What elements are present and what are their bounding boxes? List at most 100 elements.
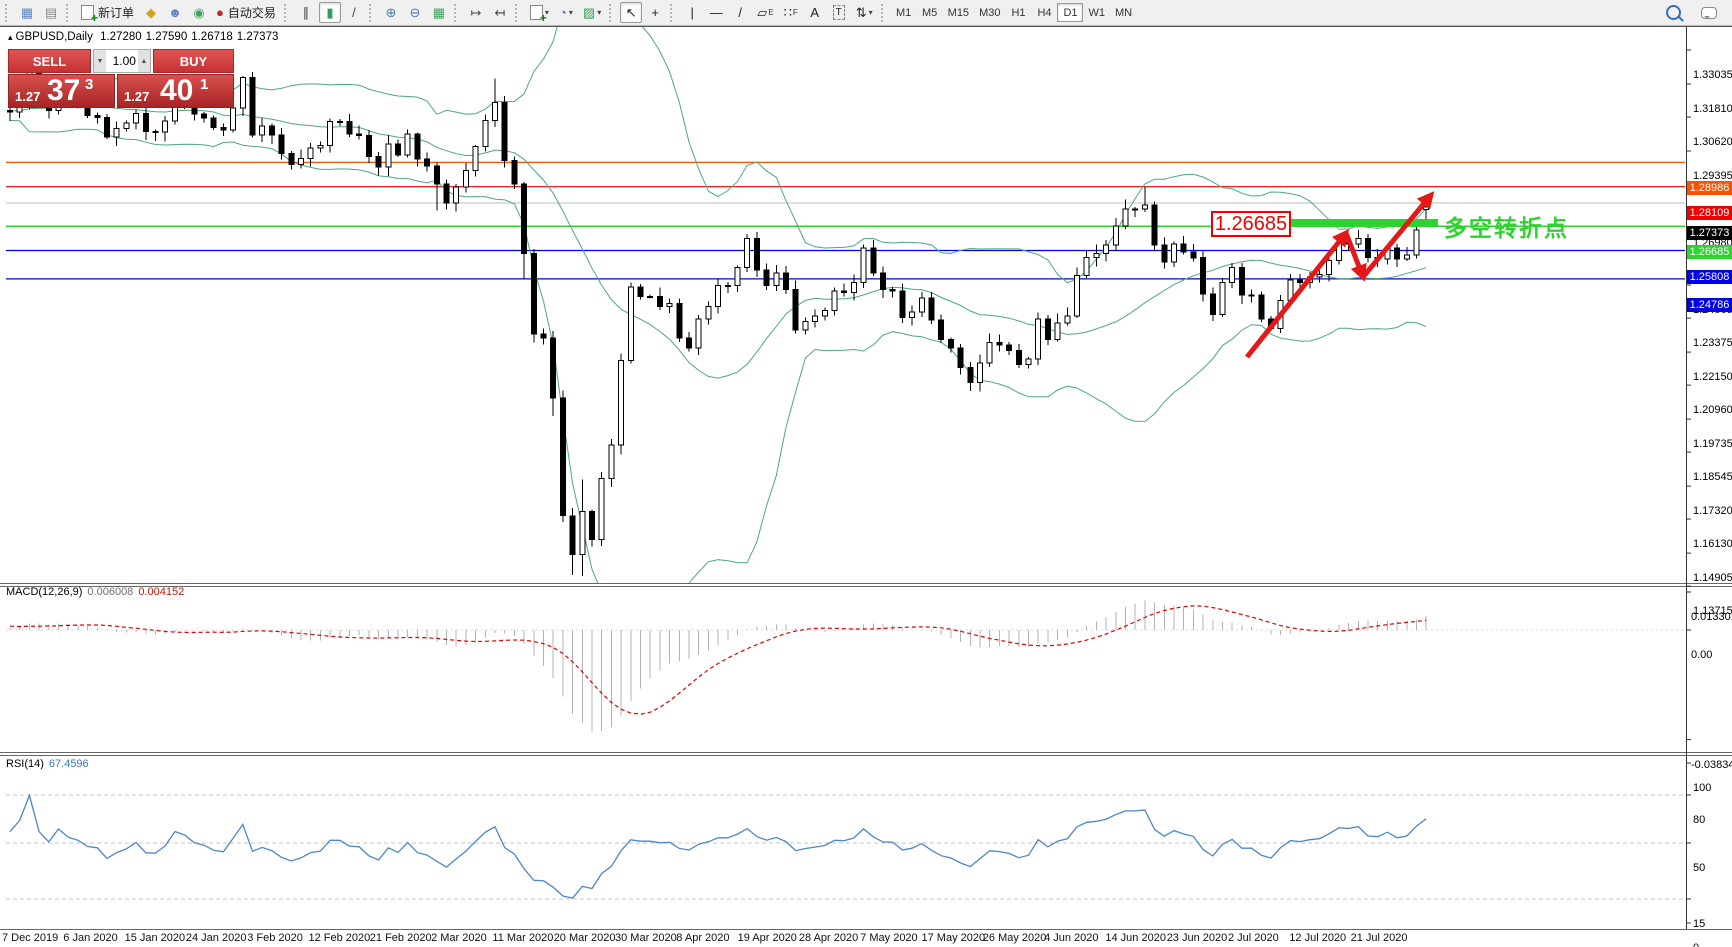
candle (493, 102, 498, 120)
candle (1007, 345, 1012, 351)
metaeditor-button[interactable]: ◆ (140, 2, 162, 23)
bollinger-band-line (10, 121, 1426, 614)
candlestick-chart-button[interactable]: ▮ (319, 2, 341, 23)
buy-price[interactable]: 1.27 40 1 (117, 74, 234, 108)
chart-profiles-icon: ▤ (45, 6, 57, 19)
zone-bar-annotation[interactable] (1285, 219, 1438, 227)
community-button[interactable]: ☻ (164, 2, 186, 23)
channel-button[interactable]: ▱E (753, 2, 777, 23)
toolbar-grip (515, 4, 522, 22)
volume-decrease-button[interactable]: ▼ (94, 50, 106, 72)
timeframe-mn-button[interactable]: MN (1110, 3, 1137, 22)
dropdown-caret-icon: ▾ (569, 8, 573, 17)
text-button[interactable]: A (804, 2, 826, 23)
volume-increase-button[interactable]: ▲ (138, 50, 150, 72)
candles-layer (8, 59, 1429, 576)
chart-profiles-button[interactable]: ▤ (40, 2, 62, 23)
zoom-out-button[interactable]: ⊖ (404, 2, 426, 23)
candle (1113, 226, 1118, 245)
candle (793, 290, 798, 330)
candle (851, 283, 856, 293)
candle (366, 136, 371, 157)
timeframe-m1-button[interactable]: M1 (891, 3, 917, 22)
timeframe-d1-button[interactable]: D1 (1057, 3, 1083, 22)
line-chart-button[interactable]: / (343, 2, 365, 23)
autotrading-button[interactable]: ●自动交易 (212, 2, 280, 23)
search-button[interactable] (1662, 2, 1685, 23)
buy-price-sup: 1 (200, 76, 208, 93)
icon-subscript: F (793, 8, 798, 17)
new-order-button[interactable]: 新订单 (77, 2, 138, 23)
candle (1084, 258, 1089, 276)
candle (1104, 245, 1109, 253)
volume-stepper[interactable]: ▼ ▲ (93, 49, 151, 73)
tile-windows-icon: ▦ (433, 6, 445, 19)
timeframe-h4-button[interactable]: H4 (1031, 3, 1057, 22)
candle (1142, 205, 1147, 209)
new-chart-button[interactable]: ▦ (16, 2, 38, 23)
timeframe-m30-button[interactable]: M30 (974, 3, 1005, 22)
candle (114, 129, 119, 137)
candle (803, 322, 808, 330)
candle (231, 108, 236, 130)
bollinger-band-line (10, 105, 1426, 378)
candle (405, 134, 410, 155)
sell-button[interactable]: SELL (8, 49, 91, 73)
timeframe-h1-button[interactable]: H1 (1005, 3, 1031, 22)
candle (648, 297, 653, 298)
candle (1036, 319, 1041, 359)
candle (881, 273, 886, 290)
arrows-button[interactable]: ⇅▾ (852, 2, 877, 23)
autoscroll-button[interactable]: ↦ (465, 2, 487, 23)
candle (609, 445, 614, 478)
candle (1201, 258, 1206, 294)
chart-shift-button[interactable]: ↤ (489, 2, 511, 23)
candle (638, 287, 643, 297)
quote-open: 1.27280 (100, 31, 142, 43)
crosshair-button[interactable]: + (644, 2, 666, 23)
fibonacci-button[interactable]: ∷F (780, 2, 802, 23)
chart-canvas[interactable] (0, 26, 1732, 947)
vertical-line-button[interactable]: | (681, 2, 703, 23)
trendline-button[interactable]: / (729, 2, 751, 23)
candle (269, 126, 274, 135)
buy-button[interactable]: BUY (153, 49, 234, 73)
chat-button[interactable] (1697, 2, 1721, 23)
timeframe-m5-button[interactable]: M5 (917, 3, 943, 22)
zone-annotation-text: 多空转折点 (1444, 209, 1569, 243)
horizontal-line-button[interactable]: — (705, 2, 727, 23)
candle (1065, 316, 1070, 323)
one-click-trading-panel: SELL ▼ ▲ BUY 1.27 37 3 1.27 40 1 (8, 49, 234, 108)
signals-button[interactable]: ◉ (188, 2, 210, 23)
chat-bubble-icon (1701, 7, 1717, 19)
price-flag-1.26685[interactable]: 1.26685 (1211, 211, 1291, 237)
candle (522, 184, 527, 253)
zoom-in-icon: ⊕ (385, 6, 396, 19)
timeframe-w1-button[interactable]: W1 (1083, 3, 1110, 22)
candle (1366, 238, 1371, 257)
text-label-button[interactable]: T (828, 2, 850, 23)
candle (8, 110, 13, 112)
candle (939, 320, 944, 339)
text-label-icon: T (833, 5, 845, 20)
candle (531, 254, 536, 335)
candle (376, 156, 381, 167)
autoscroll-icon: ↦ (470, 6, 481, 19)
templates-button[interactable]: ▨▾ (579, 2, 605, 23)
candle (1298, 280, 1303, 283)
candle (1123, 209, 1128, 226)
timeframe-m15-button[interactable]: M15 (943, 3, 974, 22)
mt4-window: ▦▤新订单◆☻◉●自动交易∥▮/⊕⊖▦↦↤▾◔▾▨▾↖+|—/▱E∷FAT⇅▾M… (0, 0, 1732, 947)
candle (1424, 207, 1429, 210)
periods-button[interactable]: ◔▾ (555, 2, 577, 23)
candle (677, 304, 682, 339)
candle (619, 360, 624, 445)
candle (541, 334, 546, 338)
volume-input[interactable] (106, 50, 138, 72)
zoom-in-button[interactable]: ⊕ (380, 2, 402, 23)
indicators-button[interactable]: ▾ (526, 2, 553, 23)
cursor-button[interactable]: ↖ (620, 2, 642, 23)
sell-price[interactable]: 1.27 37 3 (8, 74, 115, 108)
bar-chart-button[interactable]: ∥ (295, 2, 317, 23)
tile-windows-button[interactable]: ▦ (428, 2, 450, 23)
